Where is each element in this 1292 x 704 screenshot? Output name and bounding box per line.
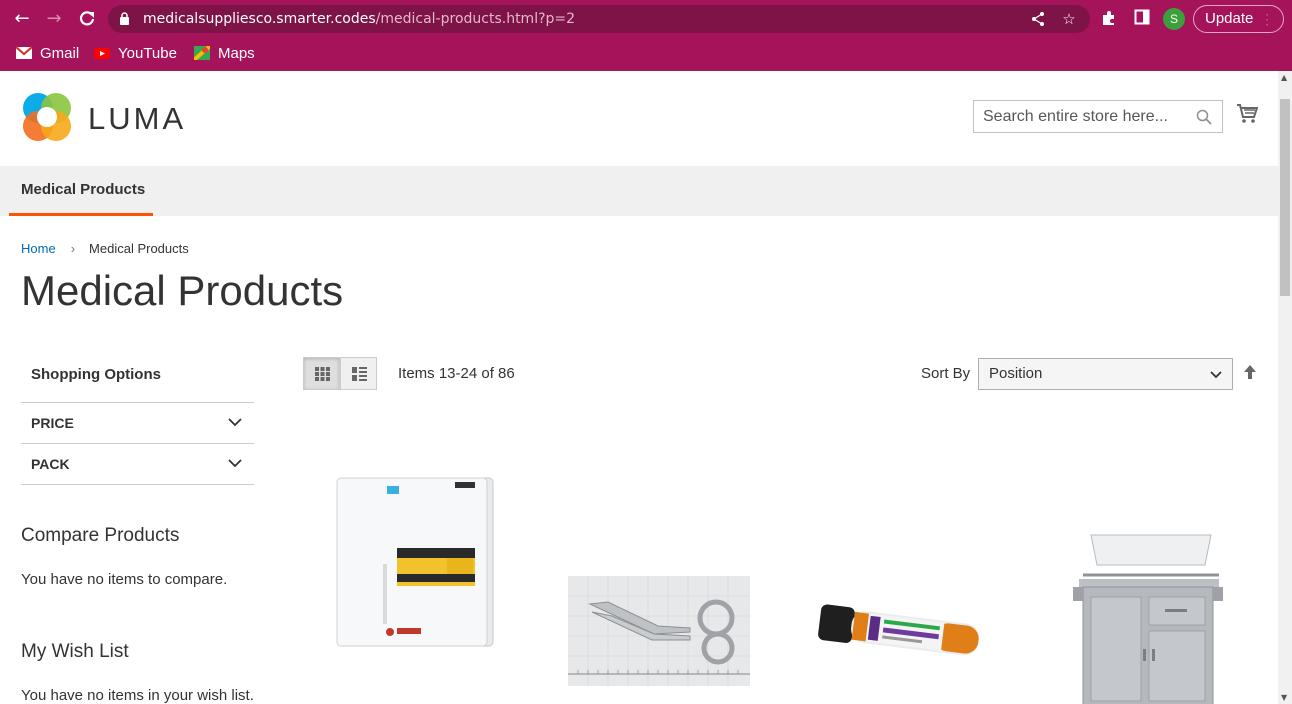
youtube-icon [94, 48, 110, 59]
side-panel-icon[interactable] [1133, 9, 1151, 27]
scissors-image[interactable] [568, 576, 750, 686]
compare-products-text: You have no items to compare. [21, 571, 228, 588]
search-icon[interactable] [1196, 109, 1212, 125]
filter-label: PRICE [31, 415, 74, 431]
logo-text: LUMA [88, 101, 187, 136]
compare-products-title: Compare Products [21, 525, 180, 546]
update-label: Update [1205, 10, 1254, 27]
breadcrumb-current: Medical Products [89, 241, 189, 256]
chevron-down-icon [1210, 371, 1222, 379]
filter-pack[interactable]: PACK [21, 443, 254, 484]
list-icon [352, 367, 367, 381]
url-text: medicalsuppliesco.smarter.codes/medical-… [143, 5, 575, 33]
filter-price[interactable]: PRICE [21, 402, 254, 443]
luma-logo-icon [23, 93, 71, 141]
sort-direction-icon[interactable] [1243, 364, 1257, 380]
chevron-down-icon [228, 418, 242, 427]
sort-by-value: Position [989, 365, 1043, 382]
update-button[interactable]: Update ⋮ [1193, 5, 1284, 33]
reload-icon[interactable] [76, 8, 98, 30]
bookmarks-bar: Gmail YouTube Maps [0, 38, 1292, 68]
filter-label: PACK [31, 456, 70, 472]
scrollbar-thumb[interactable] [1280, 99, 1290, 296]
url-host: medicalsuppliesco.smarter.codes [143, 11, 376, 27]
browser-toolbar: ← → medicalsuppliesco.smarter.codes/medi… [0, 0, 1292, 38]
profile-avatar[interactable]: S [1163, 8, 1185, 30]
sort-by-label: Sort By [921, 365, 971, 382]
grid-icon [315, 367, 330, 381]
items-count: Items 13-24 of 86 [398, 365, 515, 382]
bookmark-label: Gmail [40, 44, 80, 62]
shopping-options-title: Shopping Options [31, 366, 161, 383]
wishlist-text: You have no items in your wish list. [21, 687, 254, 704]
wishlist-title: My Wish List [21, 641, 129, 662]
products-toolbar: Items 13-24 of 86 Sort By Position [303, 357, 1263, 391]
filter-divider [21, 484, 254, 485]
bookmark-maps[interactable]: Maps [194, 43, 255, 63]
nav-item-medical-products[interactable]: Medical Products [9, 166, 153, 216]
search-box[interactable] [973, 100, 1223, 133]
list-view-button[interactable] [340, 357, 377, 390]
bookmark-label: YouTube [118, 44, 177, 62]
browser-chrome: ← → medicalsuppliesco.smarter.codes/medi… [0, 0, 1292, 71]
tube-image[interactable] [815, 604, 993, 660]
address-bar[interactable]: medicalsuppliesco.smarter.codes/medical-… [108, 5, 1090, 33]
cart-image[interactable] [1073, 531, 1223, 704]
maps-icon [194, 46, 210, 60]
breadcrumb: Home › Medical Products [21, 241, 189, 256]
web-page: ▲ ▼ LUMA Medical Products Home › Medical… [0, 71, 1292, 704]
extensions-icon[interactable] [1100, 9, 1118, 27]
chevron-right-icon: › [70, 241, 76, 256]
chevron-down-icon [228, 459, 242, 468]
grid-view-button[interactable] [303, 357, 340, 390]
scroll-up-icon[interactable]: ▲ [1281, 73, 1287, 82]
category-nav: Medical Products [0, 166, 1278, 216]
bookmark-youtube[interactable]: YouTube [94, 43, 177, 63]
forward-icon[interactable]: → [43, 8, 65, 30]
breadcrumb-home[interactable]: Home [21, 241, 56, 256]
refrigerator-image[interactable] [335, 474, 497, 650]
bookmark-label: Maps [218, 44, 255, 62]
product-grid [303, 456, 1263, 704]
back-icon[interactable]: ← [11, 8, 33, 30]
page-scrollbar[interactable]: ▲ ▼ [1278, 71, 1292, 704]
url-path: /medical-products.html?p=2 [375, 11, 576, 27]
sort-by-select[interactable]: Position [978, 358, 1233, 390]
gmail-icon [16, 46, 32, 59]
page-title: Medical Products [21, 267, 344, 314]
lock-icon [120, 12, 129, 25]
menu-dots-icon[interactable]: ⋮ [1260, 6, 1274, 32]
store-logo[interactable]: LUMA [21, 91, 191, 143]
search-input[interactable] [974, 101, 1194, 132]
cart-icon[interactable] [1236, 102, 1258, 124]
bookmark-gmail[interactable]: Gmail [16, 43, 79, 63]
bookmark-star-icon[interactable]: ☆ [1061, 11, 1077, 27]
share-icon[interactable] [1030, 11, 1046, 27]
scroll-down-icon[interactable]: ▼ [1281, 693, 1287, 702]
